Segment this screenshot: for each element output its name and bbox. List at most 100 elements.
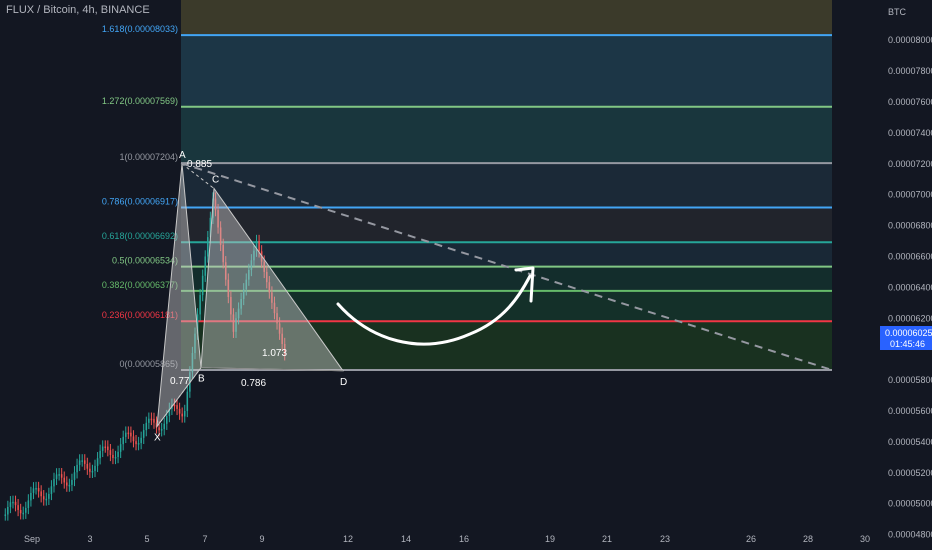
fib-zone-0 [181,35,832,107]
fib-label-4: 0.618(0.00006692) [102,231,178,241]
candle-body [63,477,66,483]
candle-body [45,498,48,501]
candle-body [142,430,145,438]
price-tick: 0.00005600 [888,406,932,416]
candle-body [68,484,71,487]
candle-body [107,446,109,451]
candle-body [58,474,60,476]
candle-body [48,493,50,499]
candle-body [207,237,209,257]
candle-body [60,474,63,478]
pattern-ratio-3: 1.073 [262,348,287,359]
time-tick: Sep [24,534,40,544]
candle-body [22,512,25,515]
candle-body [158,427,160,431]
price-chart[interactable]: 1.618(0.00008033) 1.272(0.00007569) 1(0.00… [0,0,932,550]
fib-label-6: 0.382(0.00006377) [102,280,178,290]
candle-body [27,500,30,508]
price-tick: 0.00005200 [888,468,932,478]
candle-body [104,446,107,449]
candle-body [53,478,55,487]
countdown-text: 01:45:46 [890,339,925,349]
time-tick: 19 [545,534,555,544]
candle-body [124,432,127,437]
candle-body [30,492,32,501]
candle-body [112,454,114,458]
candle-body [201,275,204,296]
candle-body [137,443,140,445]
candle-body [199,295,201,315]
candle-body [19,509,22,514]
price-tick: 0.00006600 [888,251,932,261]
price-tick: 0.00005800 [888,375,932,385]
fib-label-1: 1.272(0.00007569) [102,96,178,106]
candle-body [66,482,68,486]
candle-body [150,418,153,421]
fib-label-5: 0.5(0.00006534) [112,256,178,266]
candle-body [37,488,40,492]
fib-label-7: 0.236(0.00006181) [102,310,178,320]
candle-body [73,472,76,480]
fib-label-3: 0.786(0.00006917) [102,196,178,206]
candle-body [78,460,81,465]
axis-currency: BTC [888,7,907,17]
candle-body [109,450,112,455]
price-tick: 0.00006200 [888,313,932,323]
time-tick: 14 [401,534,411,544]
time-tick: 5 [144,534,149,544]
candle-body [181,413,183,417]
candle-body [50,486,53,494]
candle-body [25,507,27,513]
time-axis: Sep 3 5 7 9 12 14 16 19 21 23 26 28 30 [24,534,870,544]
candle-body [4,514,7,516]
candle-body [166,416,168,424]
candle-body [76,464,78,473]
candle-body [83,460,86,464]
candle-body [86,463,89,469]
time-tick: 21 [602,534,612,544]
candle-body [17,505,19,510]
price-tick: 0.00007200 [888,159,932,169]
candle-body [183,410,186,417]
pattern-point-x: X [154,432,161,443]
candle-body [140,437,142,444]
candle-body [7,506,9,515]
time-tick: 7 [202,534,207,544]
fib-zone-2 [181,163,832,208]
fib-label-0: 1.618(0.00008033) [102,24,178,34]
candle-body [96,458,99,466]
price-tick: 0.00007600 [888,97,932,107]
candle-body [32,488,35,493]
time-tick: 12 [343,534,353,544]
candle-body [14,501,17,506]
time-tick: 16 [459,534,469,544]
price-tick: 0.00007000 [888,190,932,200]
candle-body [101,446,104,451]
last-price-text: 0.00006025 [885,328,932,338]
candle-body [130,432,132,437]
pattern-ratio-2: 0.786 [241,378,266,389]
candle-body [163,423,166,430]
candle-body [258,241,260,252]
pattern-point-c: C [212,174,219,185]
price-tick: 0.00004800 [888,530,932,540]
price-tick: 0.00005400 [888,437,932,447]
candle-body [186,391,189,411]
candle-body [122,436,124,445]
pattern-point-a: A [179,150,186,161]
pattern-point-b: B [198,374,205,385]
price-tick: 0.00008000 [888,35,932,45]
candle-body [127,432,130,435]
time-tick: 30 [860,534,870,544]
price-axis: 0.00008000 0.00007800 0.00007600 0.00007400… [888,35,932,539]
time-tick: 28 [803,534,813,544]
price-tick: 0.00006800 [888,221,932,231]
candle-body [35,488,37,490]
candle-body [160,429,163,431]
time-tick: 3 [87,534,92,544]
candle-body [132,436,135,442]
candle-body [145,422,148,431]
fib-level-labels: 1.618(0.00008033) 1.272(0.00007569) 1(0.00… [102,24,178,369]
fib-label-2: 1(0.00007204) [119,152,178,162]
candle-body [114,457,117,459]
